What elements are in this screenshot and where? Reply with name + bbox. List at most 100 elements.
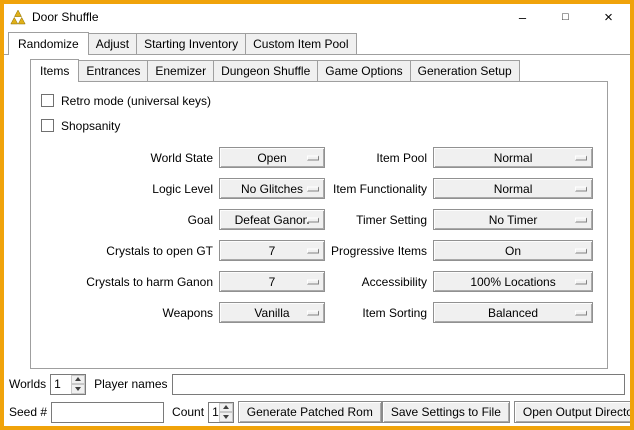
open-output-directory-button[interactable]: Open Output Directory bbox=[514, 401, 634, 423]
maximize-icon: □ bbox=[562, 11, 569, 23]
accessibility-value: 100% Locations bbox=[470, 275, 555, 289]
weapons-value: Vanilla bbox=[254, 306, 289, 320]
spin-up-icon bbox=[75, 377, 81, 381]
sub-tab-bar: Items Entrances Enemizer Dungeon Shuffle… bbox=[30, 59, 608, 81]
subtab-generation-setup[interactable]: Generation Setup bbox=[410, 60, 520, 81]
timer-setting-label: Timer Setting bbox=[331, 213, 427, 227]
weapons-label: Weapons bbox=[41, 306, 213, 320]
close-button[interactable]: × bbox=[587, 4, 630, 30]
worlds-spin-arrows bbox=[71, 375, 85, 394]
player-names-input[interactable] bbox=[172, 374, 626, 395]
count-spin-arrows bbox=[219, 403, 233, 422]
timer-setting-value: No Timer bbox=[489, 213, 538, 227]
item-functionality-value: Normal bbox=[494, 182, 533, 196]
item-pool-dropdown[interactable]: Normal bbox=[433, 147, 593, 168]
sub-notebook: Items Entrances Enemizer Dungeon Shuffle… bbox=[30, 59, 608, 369]
item-pool-label: Item Pool bbox=[331, 151, 427, 165]
titlebar: Door Shuffle – □ × bbox=[4, 4, 630, 30]
world-state-dropdown[interactable]: Open bbox=[219, 147, 325, 168]
item-sorting-label: Item Sorting bbox=[331, 306, 427, 320]
dropdown-indicator-icon bbox=[575, 217, 587, 222]
world-state-label: World State bbox=[41, 151, 213, 165]
settings-grid: World State Open Item Pool Normal Logic … bbox=[41, 147, 593, 323]
worlds-row: Worlds 1 Player names bbox=[9, 373, 626, 395]
progressive-items-label: Progressive Items bbox=[331, 244, 427, 258]
dropdown-indicator-icon bbox=[307, 155, 319, 160]
goal-value: Defeat Ganon bbox=[235, 213, 310, 227]
subtab-enemizer[interactable]: Enemizer bbox=[147, 60, 214, 81]
subtab-game-options[interactable]: Game Options bbox=[317, 60, 410, 81]
item-sorting-dropdown[interactable]: Balanced bbox=[433, 302, 593, 323]
count-spinbox[interactable]: 1 bbox=[208, 402, 234, 423]
worlds-spin-up-button[interactable] bbox=[71, 375, 85, 385]
worlds-spin-down-button[interactable] bbox=[71, 384, 85, 394]
seed-input[interactable] bbox=[51, 402, 164, 423]
player-names-label: Player names bbox=[94, 377, 167, 391]
dropdown-indicator-icon bbox=[307, 186, 319, 191]
world-state-value: Open bbox=[257, 151, 286, 165]
items-pane: Retro mode (universal keys) Shopsanity W… bbox=[30, 81, 608, 369]
footer: Worlds 1 Player names Seed # Count 1 bbox=[4, 373, 630, 426]
shopsanity-checkbox[interactable] bbox=[41, 119, 54, 132]
progressive-items-dropdown[interactable]: On bbox=[433, 240, 593, 261]
spin-down-icon bbox=[75, 387, 81, 391]
dropdown-indicator-icon bbox=[307, 217, 319, 222]
accessibility-label: Accessibility bbox=[331, 275, 427, 289]
maximize-button[interactable]: □ bbox=[544, 4, 587, 30]
subtab-items[interactable]: Items bbox=[30, 59, 79, 82]
goal-dropdown[interactable]: Defeat Ganon bbox=[219, 209, 325, 230]
logic-level-dropdown[interactable]: No Glitches bbox=[219, 178, 325, 199]
dropdown-indicator-icon bbox=[575, 248, 587, 253]
dropdown-indicator-icon bbox=[307, 279, 319, 284]
worlds-label: Worlds bbox=[9, 377, 46, 391]
tab-adjust[interactable]: Adjust bbox=[88, 33, 137, 54]
spin-up-icon bbox=[223, 405, 229, 409]
worlds-value: 1 bbox=[51, 375, 71, 394]
crystals-gt-value: 7 bbox=[269, 244, 276, 258]
timer-setting-dropdown[interactable]: No Timer bbox=[433, 209, 593, 230]
save-settings-button[interactable]: Save Settings to File bbox=[382, 401, 510, 423]
goal-label: Goal bbox=[41, 213, 213, 227]
tab-randomize[interactable]: Randomize bbox=[8, 32, 89, 55]
item-sorting-value: Balanced bbox=[488, 306, 538, 320]
shopsanity-row[interactable]: Shopsanity bbox=[41, 113, 599, 138]
dropdown-indicator-icon bbox=[575, 186, 587, 191]
retro-mode-checkbox[interactable] bbox=[41, 94, 54, 107]
tab-custom-item-pool[interactable]: Custom Item Pool bbox=[245, 33, 356, 54]
app-window: Door Shuffle – □ × Randomize Adjust Star… bbox=[0, 0, 634, 430]
crystals-ganon-label: Crystals to harm Ganon bbox=[41, 275, 213, 289]
subtab-entrances[interactable]: Entrances bbox=[78, 60, 148, 81]
worlds-spinbox[interactable]: 1 bbox=[50, 374, 86, 395]
count-spin-down-button[interactable] bbox=[219, 412, 233, 422]
logic-level-label: Logic Level bbox=[41, 182, 213, 196]
randomize-pane: Items Entrances Enemizer Dungeon Shuffle… bbox=[4, 54, 630, 426]
dropdown-indicator-icon bbox=[575, 155, 587, 160]
shopsanity-label: Shopsanity bbox=[61, 119, 120, 133]
close-icon: × bbox=[604, 9, 613, 26]
accessibility-dropdown[interactable]: 100% Locations bbox=[433, 271, 593, 292]
window-controls: – □ × bbox=[501, 4, 630, 30]
crystals-gt-dropdown[interactable]: 7 bbox=[219, 240, 325, 261]
seed-label: Seed # bbox=[9, 405, 47, 419]
logic-level-value: No Glitches bbox=[241, 182, 303, 196]
weapons-dropdown[interactable]: Vanilla bbox=[219, 302, 325, 323]
count-spin-up-button[interactable] bbox=[219, 403, 233, 413]
minimize-button[interactable]: – bbox=[501, 4, 544, 30]
crystals-ganon-dropdown[interactable]: 7 bbox=[219, 271, 325, 292]
main-tab-bar: Randomize Adjust Starting Inventory Cust… bbox=[8, 32, 630, 54]
subtab-dungeon-shuffle[interactable]: Dungeon Shuffle bbox=[213, 60, 318, 81]
dropdown-indicator-icon bbox=[575, 279, 587, 284]
item-pool-value: Normal bbox=[494, 151, 533, 165]
dropdown-indicator-icon bbox=[307, 248, 319, 253]
retro-mode-row[interactable]: Retro mode (universal keys) bbox=[41, 88, 599, 113]
retro-mode-label: Retro mode (universal keys) bbox=[61, 94, 211, 108]
progressive-items-value: On bbox=[505, 244, 521, 258]
crystals-gt-label: Crystals to open GT bbox=[41, 244, 213, 258]
count-label: Count bbox=[172, 405, 204, 419]
item-functionality-label: Item Functionality bbox=[331, 182, 427, 196]
tab-starting-inventory[interactable]: Starting Inventory bbox=[136, 33, 246, 54]
count-value: 1 bbox=[209, 403, 219, 422]
dropdown-indicator-icon bbox=[307, 310, 319, 315]
generate-patched-rom-button[interactable]: Generate Patched Rom bbox=[238, 401, 382, 423]
item-functionality-dropdown[interactable]: Normal bbox=[433, 178, 593, 199]
